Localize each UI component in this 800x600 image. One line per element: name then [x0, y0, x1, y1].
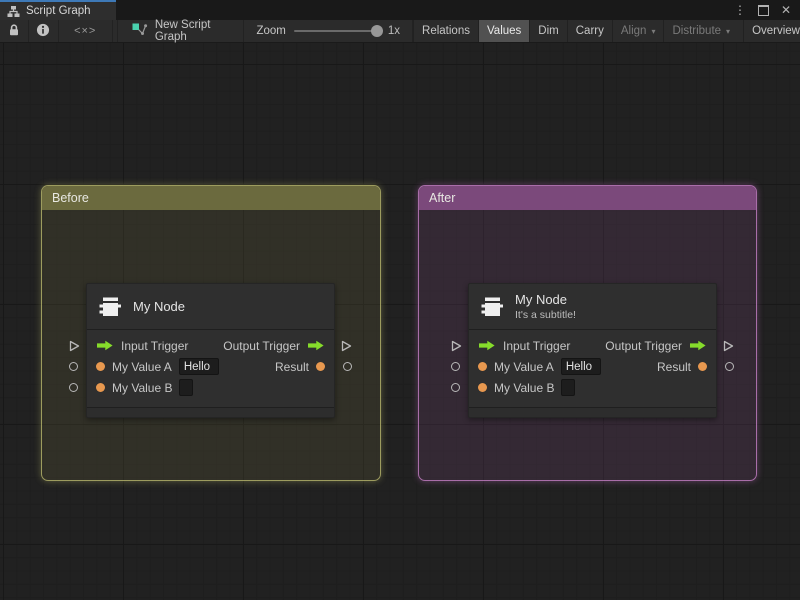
toolbar-button-relations[interactable]: Relations: [413, 20, 478, 42]
graph-toolbar: <×> New Script Graph Zoom 1x Relations V…: [0, 19, 800, 43]
value-b-input[interactable]: [561, 379, 576, 396]
code-view-button[interactable]: <×>: [59, 20, 113, 42]
outer-input-flow-port[interactable]: [69, 339, 80, 357]
graph-canvas[interactable]: Before After My Node Input Trigger Outpu…: [0, 43, 800, 600]
outer-output-result-port[interactable]: [343, 362, 352, 371]
outer-output-flow-port[interactable]: [341, 339, 352, 357]
outer-input-value-b-port[interactable]: [451, 383, 460, 392]
chevron-down-icon: ▾: [651, 26, 656, 36]
close-icon[interactable]: ✕: [781, 4, 791, 16]
result-port-icon[interactable]: [698, 362, 707, 371]
lock-button[interactable]: [0, 20, 30, 42]
node-footer: [469, 407, 716, 417]
node-header: My Node It's a subtitle!: [469, 284, 716, 330]
toolbar-button-dim[interactable]: Dim: [529, 20, 566, 42]
zoom-slider[interactable]: [293, 25, 383, 37]
group-after-header[interactable]: After: [419, 186, 756, 210]
node-title: My Node: [133, 299, 186, 314]
node-footer: [87, 407, 334, 417]
port-row-trigger: Input Trigger Output Trigger: [87, 335, 334, 356]
unit-icon: [479, 294, 505, 320]
node-title: My Node: [515, 292, 568, 307]
port-label-value-a: My Value A: [112, 359, 172, 374]
distribute-label: Distribute: [672, 25, 722, 37]
align-label: Align: [620, 25, 647, 37]
port-label-input-trigger: Input Trigger: [121, 338, 189, 353]
group-after-title: After: [429, 191, 456, 205]
port-row-value-b: My Value B: [87, 377, 334, 398]
script-graph-asset-icon: [132, 23, 148, 39]
port-label-input-trigger: Input Trigger: [503, 338, 571, 353]
tab-title: Script Graph: [26, 5, 91, 17]
port-label-result: Result: [274, 359, 309, 374]
input-trigger-arrow-icon[interactable]: [478, 340, 496, 351]
zoom-control: Zoom 1x: [244, 20, 414, 42]
result-port-icon[interactable]: [316, 362, 325, 371]
port-row-value-a: My Value A Result: [87, 356, 334, 377]
toolbar-button-overview[interactable]: Overview: [743, 20, 800, 42]
lock-icon: [7, 23, 21, 40]
node-body: Input Trigger Output Trigger My Value A: [87, 330, 334, 404]
output-trigger-arrow-icon[interactable]: [307, 340, 325, 351]
code-icon: <×>: [74, 25, 97, 37]
outer-input-value-a-port[interactable]: [451, 362, 460, 371]
value-b-port-icon[interactable]: [96, 383, 105, 392]
port-label-value-b: My Value B: [112, 380, 173, 395]
node-body: Input Trigger Output Trigger My Value A: [469, 330, 716, 404]
value-a-input[interactable]: [178, 358, 219, 375]
window-controls: ⋮ ✕: [734, 0, 800, 20]
port-label-output-trigger: Output Trigger: [605, 338, 682, 353]
value-a-port-icon[interactable]: [478, 362, 487, 371]
value-b-port-icon[interactable]: [478, 383, 487, 392]
value-b-input[interactable]: [179, 379, 194, 396]
outer-output-result-port[interactable]: [725, 362, 734, 371]
toolbar-toggles: Relations Values Dim Carry Align ▾ Distr…: [413, 20, 800, 42]
node-subtitle: It's a subtitle!: [515, 309, 576, 321]
outer-input-value-a-port[interactable]: [69, 362, 78, 371]
group-before-title: Before: [52, 191, 89, 205]
info-button[interactable]: [29, 20, 59, 42]
graph-hierarchy-icon: [7, 5, 20, 18]
value-a-input[interactable]: [560, 358, 601, 375]
toolbar-button-values[interactable]: Values: [477, 20, 530, 42]
unit-icon: [97, 294, 123, 320]
output-trigger-arrow-icon[interactable]: [689, 340, 707, 351]
port-row-value-a: My Value A Result: [469, 356, 716, 377]
port-row-trigger: Input Trigger Output Trigger: [469, 335, 716, 356]
info-icon: [36, 23, 50, 40]
script-graph-window: Script Graph ⋮ ✕ <×> New Script Graph Zo…: [0, 0, 800, 600]
input-trigger-arrow-icon[interactable]: [96, 340, 114, 351]
tab-script-graph[interactable]: Script Graph: [0, 0, 116, 20]
node-header: My Node: [87, 284, 334, 330]
port-label-result: Result: [656, 359, 691, 374]
outer-input-flow-port[interactable]: [451, 339, 462, 357]
window-menu-icon[interactable]: ⋮: [734, 4, 746, 16]
chevron-down-icon: ▾: [726, 26, 731, 36]
value-a-port-icon[interactable]: [96, 362, 105, 371]
toolbar-button-distribute: Distribute ▾: [663, 20, 738, 42]
node-my-node-after[interactable]: My Node It's a subtitle! Input Trigger O…: [451, 283, 734, 418]
toolbar-button-carry[interactable]: Carry: [566, 20, 612, 42]
new-script-graph-button[interactable]: New Script Graph: [116, 19, 245, 43]
port-label-value-a: My Value A: [494, 359, 554, 374]
zoom-slider-handle[interactable]: [370, 25, 383, 37]
titlebar: Script Graph ⋮ ✕: [0, 0, 800, 20]
maximize-icon[interactable]: [757, 4, 769, 16]
outer-output-flow-port[interactable]: [723, 339, 734, 357]
node-my-node-before[interactable]: My Node Input Trigger Output Trigger My …: [69, 283, 352, 418]
outer-input-value-b-port[interactable]: [69, 383, 78, 392]
port-row-value-b: My Value B: [469, 377, 716, 398]
port-label-output-trigger: Output Trigger: [223, 338, 300, 353]
zoom-label: Zoom: [256, 25, 286, 37]
toolbar-button-align: Align ▾: [611, 20, 664, 42]
port-label-value-b: My Value B: [494, 380, 555, 395]
zoom-value: 1x: [387, 25, 401, 37]
new-script-graph-label: New Script Graph: [154, 19, 211, 43]
group-before-header[interactable]: Before: [42, 186, 380, 210]
